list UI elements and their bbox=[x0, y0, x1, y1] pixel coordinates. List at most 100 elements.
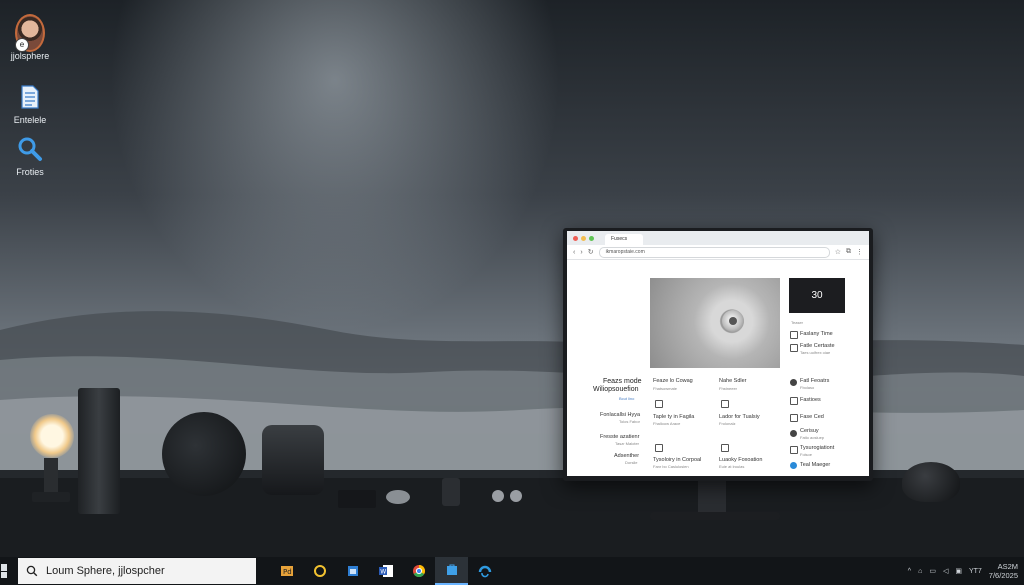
desktop-icon-label: jjolsphere bbox=[10, 51, 50, 61]
speaker-tower bbox=[78, 388, 120, 514]
col1-item-title[interactable]: Taple ty in Fagila bbox=[653, 414, 694, 420]
svg-text:Pd: Pd bbox=[283, 568, 292, 576]
promo-banner[interactable]: 30 bbox=[789, 278, 845, 313]
item-icon bbox=[790, 397, 798, 405]
left-item-title[interactable]: Fresste azatienr bbox=[600, 434, 639, 440]
earbud-right bbox=[510, 490, 522, 502]
item-icon bbox=[655, 400, 663, 408]
taskbar-apps: Pd W bbox=[270, 557, 501, 585]
minimize-window-icon[interactable] bbox=[581, 235, 586, 241]
svg-text:W: W bbox=[380, 569, 386, 576]
item-icon bbox=[790, 430, 797, 437]
promo-caption: Teaser bbox=[791, 320, 804, 325]
desk-box bbox=[338, 490, 376, 508]
left-item-sub: Taszr Maloter bbox=[615, 441, 640, 446]
earbud-left bbox=[492, 490, 504, 502]
left-item-title[interactable]: Adsenther bbox=[614, 453, 639, 459]
word-app-icon[interactable]: W bbox=[369, 557, 402, 585]
extensions-icon[interactable]: ⧉ bbox=[846, 248, 851, 256]
right-item-title[interactable]: Fatle Certaste bbox=[800, 343, 835, 349]
col1-item-title[interactable]: Tysoloiry in Corpoal bbox=[653, 457, 701, 463]
forward-icon[interactable]: › bbox=[580, 249, 582, 256]
col1-heading-sub: Fhatsowmate bbox=[653, 386, 678, 391]
photos-app-icon[interactable]: Pd bbox=[270, 557, 303, 585]
bookmark-icon[interactable]: ☆ bbox=[835, 248, 841, 256]
clock[interactable]: AS2M 7/6/2025 bbox=[989, 562, 1018, 580]
left-item-sub: Tolos Fabor bbox=[619, 419, 640, 424]
browser-window[interactable]: Fusecs ‹ › ↻ ikmaropstaie.com ☆ ⧉ ⋮ 30 T… bbox=[567, 231, 869, 476]
right-item-title[interactable]: Tysurogiationt bbox=[800, 445, 834, 451]
desktop-icon-profile[interactable]: e jjolsphere bbox=[0, 14, 62, 61]
right-item-title[interactable]: Fase Ced bbox=[800, 414, 824, 420]
desktop-icon-label: Froties bbox=[16, 167, 44, 177]
desktop-icon-label: Entelele bbox=[13, 115, 47, 125]
edge-app-icon[interactable] bbox=[468, 557, 501, 585]
col2-heading-sub: Fhstneeer bbox=[719, 386, 738, 391]
right-item-title[interactable]: Teal Maeger bbox=[800, 462, 830, 468]
right-item-sub: Folsoe bbox=[800, 452, 813, 457]
document-icon bbox=[15, 82, 45, 112]
close-window-icon[interactable] bbox=[573, 235, 578, 241]
chevron-up-icon[interactable]: ^ bbox=[908, 568, 911, 575]
monitor-stand bbox=[698, 481, 726, 515]
browser-tab[interactable]: Fusecs bbox=[605, 234, 644, 245]
back-icon[interactable]: ‹ bbox=[573, 249, 575, 256]
desktop-icon-search[interactable]: Froties bbox=[0, 134, 62, 177]
calendar-app-icon[interactable] bbox=[336, 557, 369, 585]
browser-toolbar: ‹ › ↻ ikmaropstaie.com ☆ ⧉ ⋮ bbox=[567, 245, 869, 260]
desktop-icon-document[interactable]: Entelele bbox=[0, 82, 62, 125]
search-text: Loum Sphere, jjlospcher bbox=[46, 565, 165, 577]
browser-tab-bar: Fusecs bbox=[567, 231, 869, 245]
earbuds-case bbox=[386, 490, 410, 504]
col1-heading[interactable]: Feaze lo Cowag bbox=[653, 378, 693, 384]
portable-speaker bbox=[262, 425, 324, 495]
right-item-title[interactable]: Fatl Feoatrs bbox=[800, 378, 829, 384]
item-icon bbox=[790, 331, 798, 339]
search-icon bbox=[15, 134, 45, 164]
col2-item-sub: Euie at lroulas bbox=[719, 464, 745, 469]
col2-item-title[interactable]: Lador for Tualsiy bbox=[719, 414, 760, 420]
left-heading-link[interactable]: Bcut lino bbox=[619, 396, 634, 401]
maximize-window-icon[interactable] bbox=[589, 235, 594, 241]
col1-item-sub: Fanr bo Caslulosien bbox=[653, 464, 689, 469]
right-item-sub: Fatlo aosluep bbox=[800, 435, 825, 440]
battery-icon[interactable]: ▭ bbox=[929, 567, 936, 575]
store-app-icon[interactable] bbox=[435, 557, 468, 585]
system-tray: ^ ⌂ ▭ ◁ ▣ ΥΤ7 AS2M 7/6/2025 bbox=[908, 557, 1024, 585]
col2-item-title[interactable]: Luaoky Foxoation bbox=[719, 457, 762, 463]
right-item-sub: Fbolaso bbox=[800, 385, 815, 390]
network-icon[interactable]: ⌂ bbox=[918, 568, 922, 575]
monitor: Fusecs ‹ › ↻ ikmaropstaie.com ☆ ⧉ ⋮ 30 T… bbox=[563, 228, 873, 481]
left-item-sub: Dorslle bbox=[625, 460, 638, 465]
left-heading: Feazs mode bbox=[603, 378, 642, 385]
reload-icon[interactable]: ↻ bbox=[588, 248, 594, 256]
item-icon bbox=[721, 444, 729, 452]
left-item-title[interactable]: Fonlacallsi Hyya bbox=[600, 412, 640, 418]
smart-speaker bbox=[902, 462, 960, 502]
start-button[interactable] bbox=[0, 564, 8, 578]
right-item-sub: Taes uolfrex oiae bbox=[800, 350, 831, 355]
cortana-app-icon[interactable] bbox=[303, 557, 336, 585]
monitor-base bbox=[650, 512, 780, 520]
user-avatar-icon: e bbox=[15, 14, 45, 52]
chrome-app-icon[interactable] bbox=[402, 557, 435, 585]
notification-icon[interactable]: ▣ bbox=[955, 567, 962, 575]
left-heading-2: Wiliopsouefion bbox=[593, 386, 639, 393]
col1-item-sub: Fhalloow Arace bbox=[653, 421, 681, 426]
clock-date: 7/6/2025 bbox=[988, 571, 1018, 580]
address-bar[interactable]: ikmaropstaie.com bbox=[598, 246, 830, 258]
item-icon bbox=[721, 400, 729, 408]
round-speaker bbox=[162, 412, 246, 496]
language-indicator[interactable]: ΥΤ7 bbox=[969, 568, 982, 575]
taskbar-search-box[interactable]: Loum Sphere, jjlospcher bbox=[18, 558, 256, 584]
col2-heading[interactable]: Nahe Sdler bbox=[719, 378, 747, 384]
col2-item-sub: Frolonalz bbox=[719, 421, 736, 426]
right-item-title[interactable]: Cerisuy bbox=[800, 428, 819, 434]
right-item-title[interactable]: Faslany Time bbox=[800, 331, 833, 337]
menu-icon[interactable]: ⋮ bbox=[856, 248, 863, 256]
item-icon bbox=[790, 414, 798, 422]
right-item-title[interactable]: Fastioes bbox=[800, 397, 821, 403]
volume-icon[interactable]: ◁ bbox=[943, 567, 948, 575]
desk-lamp bbox=[20, 410, 80, 510]
hero-image[interactable] bbox=[650, 278, 780, 368]
